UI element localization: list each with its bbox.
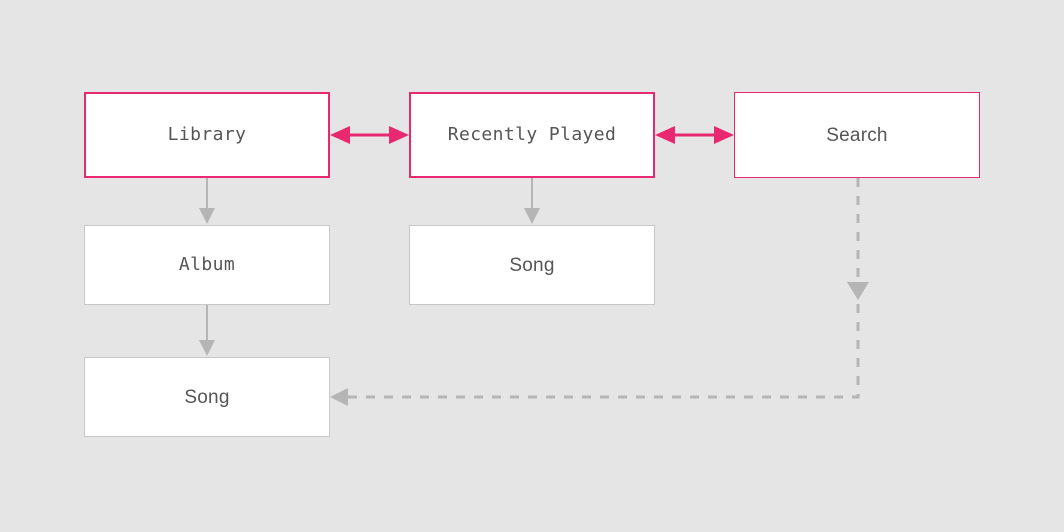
edge-library-album [199, 178, 215, 224]
node-song-bottom[interactable]: Song [84, 357, 330, 437]
edge-album-song [199, 305, 215, 356]
node-recently-played-label: Recently Played [448, 126, 617, 144]
node-album[interactable]: Album [84, 225, 330, 305]
node-library-label: Library [168, 126, 247, 144]
node-song-bottom-label: Song [184, 388, 229, 407]
node-search[interactable]: Search [734, 92, 980, 178]
node-search-label: Search [826, 126, 887, 145]
node-album-label: Album [179, 256, 235, 274]
node-song-middle-label: Song [509, 256, 554, 275]
diagram-canvas: Library Recently Played Search Album Son… [0, 0, 1064, 532]
edge-recently-played-song [524, 178, 540, 224]
edge-library-recently-played [330, 126, 409, 144]
node-recently-played[interactable]: Recently Played [409, 92, 655, 178]
node-song-middle[interactable]: Song [409, 225, 655, 305]
edge-recently-played-search [655, 126, 734, 144]
node-library[interactable]: Library [84, 92, 330, 178]
